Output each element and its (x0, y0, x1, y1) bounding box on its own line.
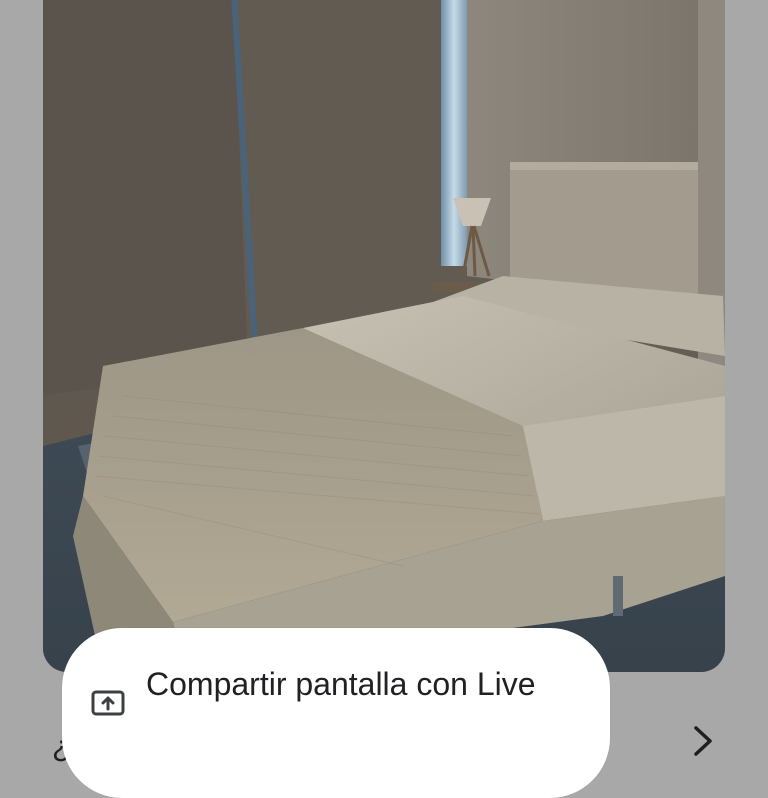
share-screen-with-live-button[interactable]: Compartir pantalla con Live (62, 628, 610, 798)
chevron-right-icon[interactable] (688, 724, 718, 758)
screen-share-icon (91, 690, 125, 716)
share-screen-label: Compartir pantalla con Live (146, 666, 536, 702)
bedroom-photo (43, 0, 725, 672)
camera-preview-image (43, 0, 725, 672)
